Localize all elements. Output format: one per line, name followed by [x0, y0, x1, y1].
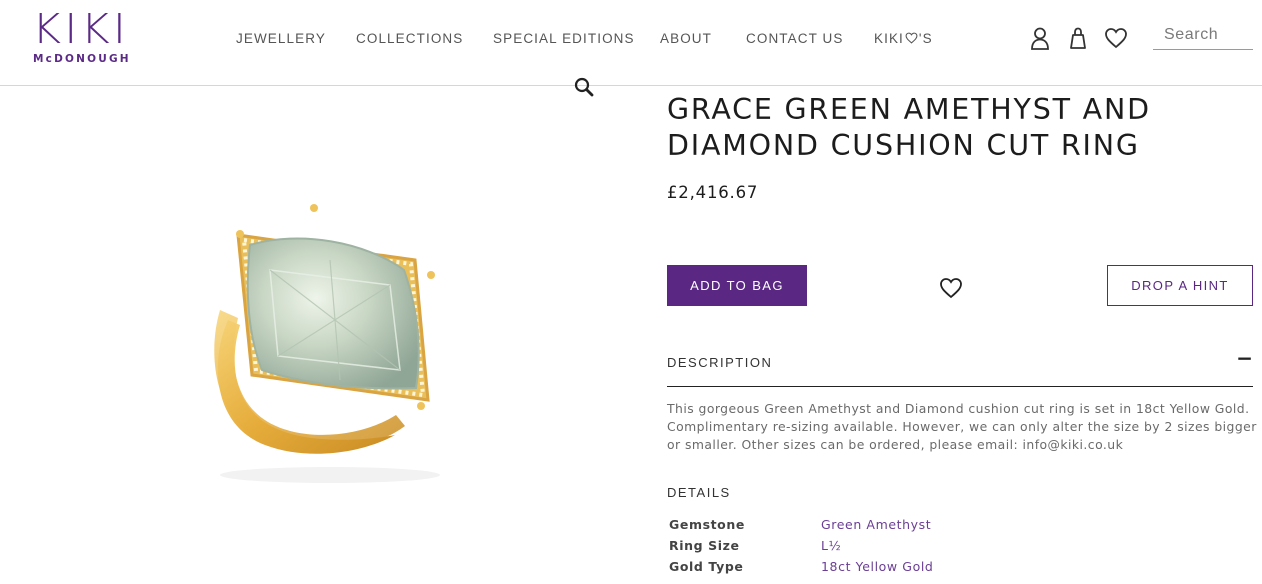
spec-value-link[interactable]: 18ct Yellow Gold [821, 559, 933, 574]
heart-icon[interactable] [1104, 26, 1128, 50]
heart-icon [905, 32, 918, 44]
description-accordion-header[interactable]: DESCRIPTION − [667, 346, 1253, 387]
shopping-bag-icon[interactable] [1066, 26, 1090, 50]
spec-key: Gold Type [669, 559, 744, 574]
search-input[interactable] [1153, 22, 1253, 48]
product-title: GRACE GREEN AMETHYST AND DIAMOND CUSHION… [667, 93, 1151, 162]
nav-item-jewellery[interactable]: JEWELLERY [236, 31, 326, 46]
nav-item-kiki-loves[interactable]: KIKI 'S [874, 31, 933, 46]
product-description: This gorgeous Green Amethyst and Diamond… [667, 400, 1257, 454]
add-to-bag-button[interactable]: ADD TO BAG [667, 265, 807, 306]
heart-icon[interactable] [939, 277, 963, 299]
brand-logo-main: KIKI [32, 5, 130, 53]
magnifier-icon[interactable] [573, 76, 595, 98]
details-heading: DETAILS [667, 485, 731, 500]
collapse-icon[interactable]: − [1236, 346, 1253, 370]
email-link[interactable]: info@kiki.co.uk [1023, 437, 1124, 452]
spec-key: Ring Size [669, 538, 740, 553]
nav-kiki-loves-prefix: KIKI [874, 31, 904, 46]
product-price: £2,416.67 [667, 183, 759, 202]
table-row: Gold Type 18ct Yellow Gold [669, 559, 1249, 580]
table-row: Ring Size L½ [669, 538, 1249, 559]
details-table: Gemstone Green Amethyst Ring Size L½ Gol… [669, 517, 1249, 580]
spec-key: Gemstone [669, 517, 745, 532]
site-header: KIKI McDONOUGH JEWELLERY COLLECTIONS SPE… [0, 0, 1262, 86]
nav-item-contact-us[interactable]: CONTACT US [746, 31, 844, 46]
product-image[interactable] [190, 190, 470, 490]
description-heading: DESCRIPTION [667, 355, 773, 370]
search-box [1153, 22, 1253, 50]
nav-item-about[interactable]: ABOUT [660, 31, 712, 46]
nav-kiki-loves-suffix: 'S [918, 31, 933, 46]
drop-a-hint-button[interactable]: DROP A HINT [1107, 265, 1253, 306]
spec-value-link[interactable]: Green Amethyst [821, 517, 931, 532]
spec-value-link[interactable]: L½ [821, 538, 841, 553]
brand-logo[interactable]: KIKI McDONOUGH [32, 9, 150, 68]
description-text: This gorgeous Green Amethyst and Diamond… [667, 401, 1257, 452]
user-icon[interactable] [1028, 26, 1052, 50]
nav-item-collections[interactable]: COLLECTIONS [356, 31, 463, 46]
table-row: Gemstone Green Amethyst [669, 517, 1249, 538]
brand-logo-sub: McDONOUGH [33, 53, 131, 65]
nav-item-special-editions[interactable]: SPECIAL EDITIONS [493, 31, 635, 46]
